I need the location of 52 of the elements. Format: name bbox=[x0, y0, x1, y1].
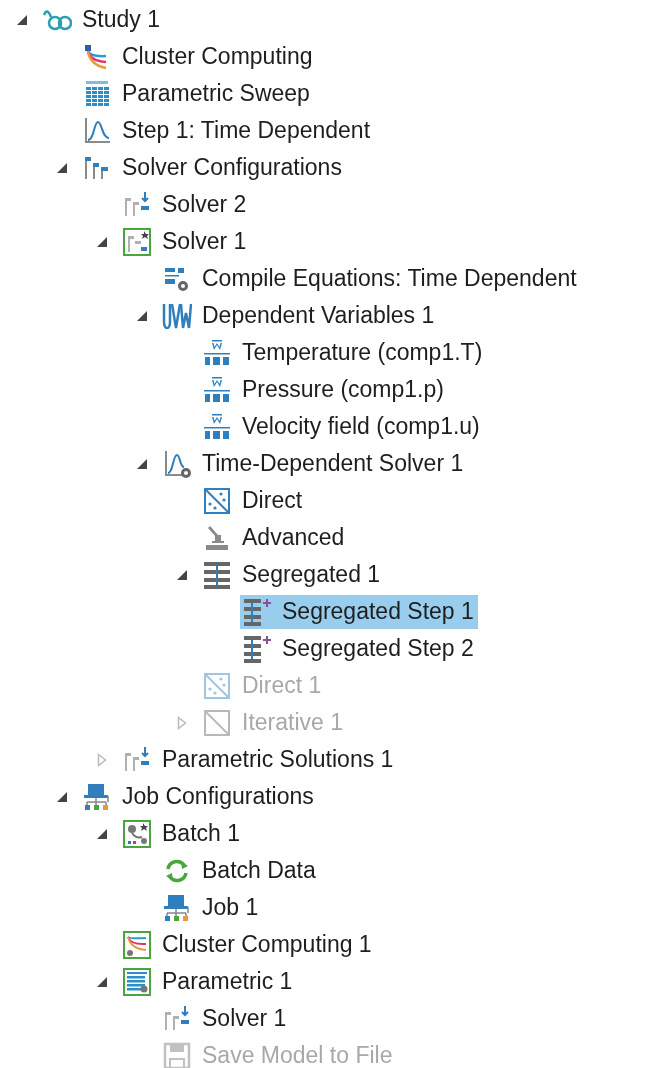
tree-item[interactable]: Job 1 bbox=[160, 890, 263, 925]
tree-item[interactable]: Pressure (comp1.p) bbox=[200, 372, 448, 407]
tree-item[interactable]: Segregated Step 2 bbox=[240, 631, 478, 666]
branching-arrows-box-icon bbox=[122, 929, 152, 960]
tree-item[interactable]: Temperature (comp1.T) bbox=[200, 335, 487, 370]
collapse-arrow[interactable] bbox=[96, 235, 108, 248]
tree-item[interactable]: Dependent Variables 1 bbox=[160, 298, 439, 333]
curve-plot-icon bbox=[82, 115, 112, 146]
tree-item[interactable]: Cluster Computing 1 bbox=[120, 927, 376, 962]
tree-item[interactable]: Compile Equations: Time Dependent bbox=[160, 261, 581, 296]
computer-network-icon bbox=[162, 892, 192, 923]
tree-item[interactable]: Parametric 1 bbox=[120, 964, 297, 999]
collapse-arrow[interactable] bbox=[136, 457, 148, 470]
collapse-arrow[interactable] bbox=[56, 790, 68, 803]
tree-item[interactable]: Direct bbox=[200, 483, 307, 518]
computer-network-icon bbox=[82, 781, 112, 812]
collapse-arrow[interactable] bbox=[136, 309, 148, 322]
tree-item[interactable]: Cluster Computing bbox=[80, 39, 317, 74]
stacked-bars-plus-icon bbox=[242, 633, 272, 664]
collapse-arrow[interactable] bbox=[16, 13, 28, 26]
matrix-icon bbox=[202, 485, 232, 516]
tree-item[interactable]: Step 1: Time Dependent bbox=[80, 113, 375, 148]
stacked-bars-icon bbox=[202, 559, 232, 590]
solver-box-icon bbox=[122, 226, 152, 257]
tree-item[interactable]: Time-Dependent Solver 1 bbox=[160, 446, 468, 481]
tree-item[interactable]: Parametric Solutions 1 bbox=[120, 742, 398, 777]
curve-plot-gear-icon bbox=[162, 448, 192, 479]
variable-icon bbox=[202, 411, 232, 442]
variable-icon bbox=[202, 337, 232, 368]
data-grid-box-icon bbox=[122, 966, 152, 997]
tree-item[interactable]: Velocity field (comp1.u) bbox=[200, 409, 484, 444]
tree-item[interactable]: Solver 1 bbox=[120, 224, 251, 259]
batch-box-icon bbox=[122, 818, 152, 849]
tree-item[interactable]: Segregated 1 bbox=[200, 557, 385, 592]
stacked-bars-plus-icon bbox=[242, 596, 272, 627]
crossed-square-icon bbox=[202, 707, 232, 738]
matrix-icon bbox=[202, 670, 232, 701]
collapse-arrow[interactable] bbox=[96, 827, 108, 840]
variable-icon bbox=[202, 374, 232, 405]
tree-item[interactable]: Segregated Step 1 bbox=[240, 594, 478, 629]
tree-item[interactable]: Study 1 bbox=[40, 2, 164, 37]
tree-item[interactable]: Batch 1 bbox=[120, 816, 244, 851]
tree-item[interactable]: Job Configurations bbox=[80, 779, 318, 814]
tree-item[interactable]: Advanced bbox=[200, 520, 349, 555]
collapse-arrow[interactable] bbox=[176, 568, 188, 581]
collapse-arrow[interactable] bbox=[96, 975, 108, 988]
tree-item[interactable]: Solver 1 bbox=[160, 1001, 291, 1036]
tree-item[interactable]: Solver 2 bbox=[120, 187, 251, 222]
tree-item[interactable]: Batch Data bbox=[160, 853, 320, 888]
tree-item[interactable]: Parametric Sweep bbox=[80, 76, 314, 111]
collapse-arrow[interactable] bbox=[56, 161, 68, 174]
tree-item[interactable]: Solver Configurations bbox=[80, 150, 346, 185]
